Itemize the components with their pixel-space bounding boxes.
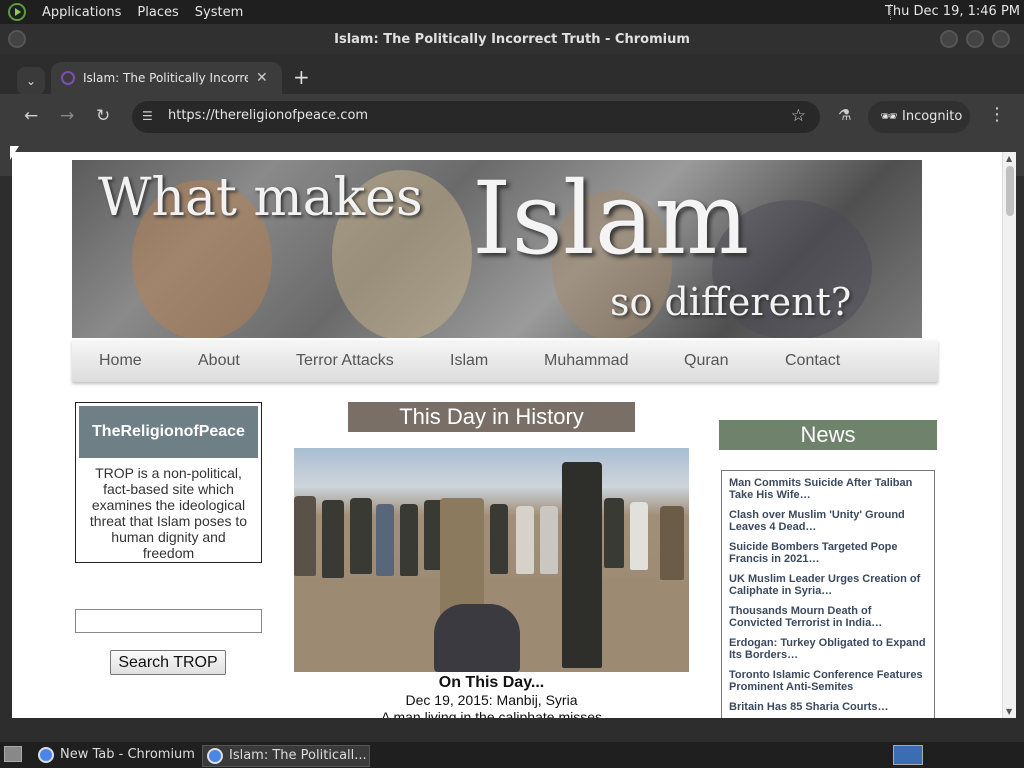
task-new-tab[interactable]: New Tab - Chromium (34, 745, 198, 767)
incognito-label: Incognito (902, 109, 963, 124)
url-text[interactable]: https://thereligionofpeace.com (168, 108, 368, 123)
nav-quran[interactable]: Quran (684, 352, 728, 370)
banner-text-line1: What makes (98, 168, 423, 228)
scroll-down-icon[interactable]: ▼ (1006, 707, 1012, 716)
browser-toolbar: ← → ↻ ☰ https://thereligionofpeace.com ☆… (0, 94, 1024, 140)
labs-flask-icon[interactable]: ⚗ (838, 106, 851, 124)
clock[interactable]: Thu Dec 19, 1:46 PM (885, 4, 1020, 19)
news-item[interactable]: Clash over Muslim 'Unity' Ground Leaves … (729, 509, 927, 533)
news-item[interactable]: Britain Has 85 Sharia Courts… (729, 701, 927, 713)
system-menu[interactable]: System (195, 5, 243, 20)
chromium-icon (207, 748, 223, 764)
tab-active[interactable]: Islam: The Politically Incorrect Truth ✕ (51, 62, 282, 94)
news-item[interactable]: Erdogan: Turkey Obligated to Expand Its … (729, 637, 927, 661)
reload-icon[interactable]: ↻ (96, 106, 110, 126)
show-desktop-icon[interactable] (4, 746, 22, 762)
new-tab-button[interactable]: + (293, 65, 310, 89)
minimize-button[interactable] (940, 30, 958, 48)
site-banner[interactable]: What makes Islam so different? (72, 160, 922, 338)
page-scrollbar[interactable]: ▲ ▼ (1002, 152, 1016, 718)
tab-close-icon[interactable]: ✕ (256, 70, 268, 86)
close-window-button[interactable] (992, 30, 1010, 48)
history-caption-title[interactable]: On This Day... (294, 674, 689, 692)
tab-strip: ⌄ Islam: The Politically Incorrect Truth… (0, 54, 1024, 95)
nav-islam[interactable]: Islam (450, 352, 488, 370)
task-label: New Tab - Chromium (60, 747, 195, 762)
maximize-button[interactable] (966, 30, 984, 48)
plus-icon: + (293, 65, 310, 89)
news-list: Man Commits Suicide After Taliban Take H… (721, 470, 935, 718)
tab-search-button[interactable]: ⌄ (17, 67, 45, 95)
search-button[interactable]: Search TROP (110, 650, 226, 675)
history-caption-date: Dec 19, 2015: Manbij, Syria (405, 692, 578, 708)
site-settings-icon[interactable]: ☰ (142, 109, 156, 123)
news-item[interactable]: Suicide Bombers Targeted Pope Francis in… (729, 541, 927, 565)
window-title: Islam: The Politically Incorrect Truth -… (334, 32, 690, 47)
site-nav: Home About Terror Attacks Islam Muhammad… (72, 340, 938, 382)
window-menu-button[interactable] (8, 30, 26, 48)
tab-title: Islam: The Politically Incorrect Truth (83, 71, 248, 85)
news-item[interactable]: Thousands Mourn Death of Convicted Terro… (729, 605, 927, 629)
window-titlebar[interactable]: Islam: The Politically Incorrect Truth -… (0, 24, 1024, 54)
banner-text-line2: Islam (472, 160, 750, 277)
scrollbar-thumb[interactable] (1006, 166, 1014, 216)
peace-favicon-icon (61, 71, 75, 85)
news-item[interactable]: UK Muslim Leader Urges Creation of Calip… (729, 573, 927, 597)
history-photo[interactable] (294, 448, 689, 672)
places-menu[interactable]: Places (137, 5, 178, 20)
incognito-icon: 🕶 (880, 109, 898, 125)
news-heading: News (719, 420, 937, 450)
taskbar: New Tab - Chromium Islam: The Politicall… (0, 742, 1024, 768)
more-menu-icon[interactable]: ⋮ (988, 104, 1006, 125)
nav-contact[interactable]: Contact (785, 352, 840, 370)
applications-menu[interactable]: Applications (42, 5, 121, 20)
tray-chromium-icon[interactable] (893, 745, 923, 765)
search-input[interactable] (75, 609, 262, 633)
about-box: TheReligionofPeace TROP is a non-politic… (75, 402, 262, 563)
task-label: Islam: The Politicall... (229, 748, 367, 763)
task-active-window[interactable]: Islam: The Politicall... (202, 745, 370, 767)
chromium-icon (38, 747, 54, 763)
news-item[interactable]: Man Commits Suicide After Taliban Take H… (729, 477, 927, 501)
about-box-heading: TheReligionofPeace (79, 406, 258, 458)
back-arrow-icon[interactable]: ← (24, 106, 38, 126)
address-bar[interactable]: ☰ https://thereligionofpeace.com ☆ (132, 101, 820, 133)
gnome-logo-icon[interactable] (8, 3, 26, 21)
nav-terror-attacks[interactable]: Terror Attacks (296, 352, 394, 370)
about-box-description: TROP is a non-political, fact-based site… (89, 465, 248, 561)
history-heading: This Day in History (348, 402, 635, 432)
nav-about[interactable]: About (198, 352, 240, 370)
news-item[interactable]: Toronto Islamic Conference Features Prom… (729, 669, 927, 693)
forward-arrow-icon[interactable]: → (60, 106, 74, 126)
top-panel: Applications Places System Thu Dec 19, 1… (0, 0, 1024, 24)
scroll-up-icon[interactable]: ▲ (1006, 154, 1012, 163)
nav-muhammad[interactable]: Muhammad (544, 352, 628, 370)
chevron-down-icon: ⌄ (25, 74, 37, 88)
history-caption: On This Day... Dec 19, 2015: Manbij, Syr… (294, 674, 689, 718)
incognito-button[interactable]: 🕶 Incognito (868, 101, 970, 133)
nav-home[interactable]: Home (99, 352, 142, 370)
bookmark-star-icon[interactable]: ☆ (791, 106, 806, 126)
history-caption-text: A man living in the caliphate misses (381, 709, 602, 718)
page-viewport: What makes Islam so different? Home Abou… (12, 152, 1016, 718)
banner-text-line3: so different? (610, 280, 852, 324)
